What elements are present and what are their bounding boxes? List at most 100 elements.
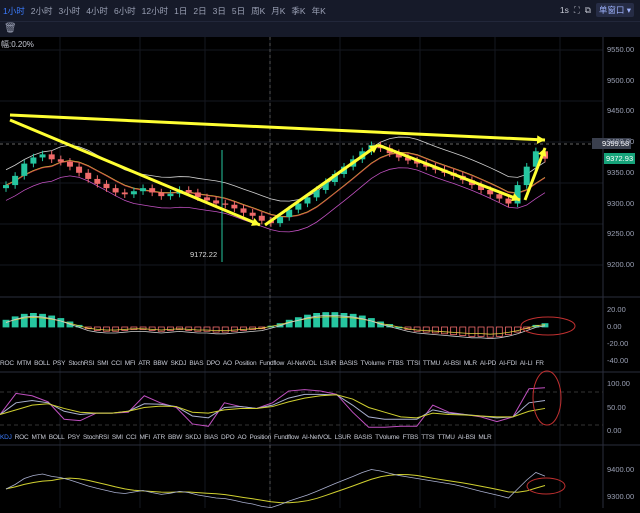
- indicator-tab[interactable]: ROC: [15, 434, 29, 441]
- indicator-tab[interactable]: AI-NetVOL: [302, 434, 332, 441]
- macd-bar: [358, 315, 366, 328]
- macd-signal-line: [5, 316, 546, 335]
- indicator-tab[interactable]: TVolume: [375, 434, 399, 441]
- indicator-tab[interactable]: BIAS: [204, 434, 218, 441]
- interval-6[interactable]: 1日: [174, 5, 187, 17]
- indicator-tab[interactable]: TVolume: [360, 360, 384, 367]
- axis-tick-label: 9300.00: [607, 492, 635, 501]
- indicator-tab[interactable]: TTSI: [407, 360, 421, 367]
- indicator-tab[interactable]: BOLL: [49, 434, 65, 441]
- indicator-tab[interactable]: FTBS: [388, 360, 404, 367]
- indicator-tab[interactable]: SMI: [97, 360, 108, 367]
- indicator-tab[interactable]: MFI: [125, 360, 136, 367]
- indicator-tab[interactable]: Position: [235, 360, 257, 367]
- macd-bar: [349, 313, 357, 328]
- indicator-tab[interactable]: Fundflow: [259, 360, 284, 367]
- indicator-tab[interactable]: MFI: [139, 434, 150, 441]
- bottom-line: [5, 474, 546, 504]
- indicator-tab[interactable]: PSY: [68, 434, 81, 441]
- interval-5[interactable]: 12小时: [142, 5, 168, 17]
- interval-2[interactable]: 3小时: [58, 5, 80, 17]
- indicator-tab[interactable]: MTM: [32, 434, 46, 441]
- indicator-tab[interactable]: BBW: [168, 434, 182, 441]
- indicator-tab[interactable]: DPO: [206, 360, 220, 367]
- macd-bar: [477, 326, 485, 337]
- indicator-tab[interactable]: BASIS: [354, 434, 372, 441]
- indicator-tab[interactable]: BBW: [153, 360, 167, 367]
- indicator-tab[interactable]: LSUR: [320, 360, 337, 367]
- axis-tick-label: 9500.00: [607, 75, 635, 85]
- indicator-tab[interactable]: AI-PD: [480, 360, 497, 367]
- indicator-tab[interactable]: AI-FDI: [499, 360, 517, 367]
- indicator-tab[interactable]: Position: [250, 434, 272, 441]
- candle-body: [222, 203, 229, 205]
- indicator-tab[interactable]: BOLL: [34, 360, 50, 367]
- popout-icon[interactable]: ⧉: [585, 5, 591, 16]
- interval-0[interactable]: 1小时: [3, 5, 25, 17]
- indicator-tab[interactable]: BIAS: [189, 360, 203, 367]
- indicator-tab[interactable]: ATR: [138, 360, 150, 367]
- indicator-tab[interactable]: SKDJ: [185, 434, 201, 441]
- interval-11[interactable]: 月K: [271, 5, 285, 17]
- indicator-tab[interactable]: BASIS: [339, 360, 357, 367]
- indicator-tab[interactable]: SMI: [112, 434, 123, 441]
- interval-13[interactable]: 年K: [312, 5, 326, 17]
- macd-bar: [194, 326, 202, 332]
- candle-body: [121, 192, 128, 195]
- interval-9[interactable]: 5日: [232, 5, 245, 17]
- candle-body: [496, 194, 503, 199]
- indicator-tab[interactable]: MLR: [464, 360, 477, 367]
- candle-body: [85, 172, 92, 179]
- candle-body: [213, 200, 220, 204]
- indicator-tab[interactable]: ATR: [153, 434, 165, 441]
- indicator-tab[interactable]: ROC: [0, 360, 14, 367]
- last-price: 9372.93: [604, 153, 636, 164]
- fullscreen-icon[interactable]: ⛶: [574, 5, 580, 16]
- interval-1[interactable]: 2小时: [31, 5, 53, 17]
- candle-body: [76, 166, 83, 173]
- window-select[interactable]: 单窗口 ▾: [595, 3, 634, 17]
- indicator-tab[interactable]: LSUR: [334, 434, 351, 441]
- interval-3[interactable]: 4小时: [86, 5, 108, 17]
- interval-10[interactable]: 周K: [251, 5, 265, 17]
- indicator-tab[interactable]: AO: [223, 360, 232, 367]
- candle-body: [167, 193, 174, 197]
- indicator-tab[interactable]: FR: [535, 360, 543, 367]
- low-price-label: 9172.22: [190, 250, 218, 259]
- indicator-tab[interactable]: StochRSI: [68, 360, 94, 367]
- indicator-tab[interactable]: SKDJ: [170, 360, 186, 367]
- indicator-tab[interactable]: AI-BSI: [458, 434, 476, 441]
- indicator-tab[interactable]: TTSI: [421, 434, 435, 441]
- indicator-tab[interactable]: CCI: [111, 360, 122, 367]
- interval-12[interactable]: 季K: [291, 5, 305, 17]
- interval-7[interactable]: 2日: [193, 5, 206, 17]
- indicator-tab[interactable]: CCI: [126, 434, 137, 441]
- interval-bar: 1小时 2小时 3小时 4小时 6小时 12小时 1日 2日 3日 5日 周K 月K 季K 年K: [0, 0, 640, 21]
- indicator-tab[interactable]: MTM: [17, 360, 31, 367]
- macd-bar: [413, 326, 421, 332]
- indicator-tab[interactable]: MLR: [478, 434, 491, 441]
- trash-icon[interactable]: 🗑: [4, 23, 17, 34]
- macd-bar: [431, 326, 439, 334]
- indicator-tab[interactable]: DPO: [221, 434, 235, 441]
- indicator-tab[interactable]: PSY: [53, 360, 66, 367]
- macd-indicator-tabs: ROC MTM BOLL PSY StochRSI SMI CCI MFI ATR BBW SKDJ…: [0, 360, 600, 367]
- indicator-tab[interactable]: StochRSI: [83, 434, 109, 441]
- interval-4[interactable]: 6小时: [114, 5, 136, 17]
- indicator-tab[interactable]: AO: [238, 434, 247, 441]
- indicator-tab[interactable]: FTBS: [402, 434, 418, 441]
- refresh-rate[interactable]: 1s: [560, 5, 569, 15]
- indicator-tab[interactable]: AI-BSI: [443, 360, 461, 367]
- interval-8[interactable]: 3日: [213, 5, 226, 17]
- axis-tick-label: 0.00: [607, 322, 622, 331]
- indicator-tab[interactable]: AI-NetVOL: [287, 360, 317, 367]
- indicator-tab[interactable]: AI-LI: [520, 360, 533, 367]
- candle-body: [48, 154, 55, 160]
- indicator-tab[interactable]: TTMU: [423, 360, 440, 367]
- candle-body: [304, 197, 311, 204]
- indicator-tab[interactable]: KDJ: [0, 434, 12, 441]
- candle-body: [103, 183, 110, 189]
- indicator-tab[interactable]: TTMU: [438, 434, 455, 441]
- indicator-tab[interactable]: Fundflow: [274, 434, 299, 441]
- candle-body: [249, 212, 256, 216]
